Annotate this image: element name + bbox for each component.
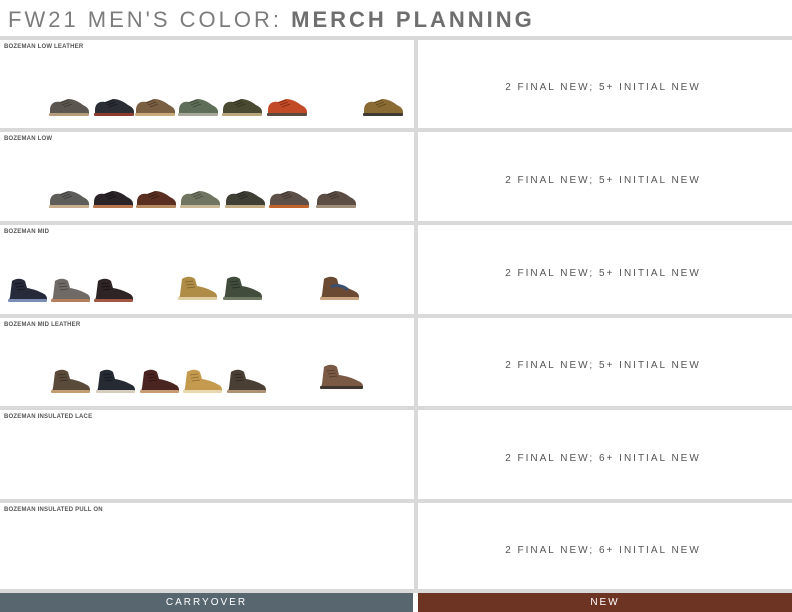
shoe-image bbox=[316, 191, 356, 208]
new-column-label: NEW bbox=[418, 593, 792, 612]
shoe-image bbox=[93, 191, 133, 208]
row-label-bozeman-low: BOZEMAN LOW bbox=[4, 136, 53, 142]
shoe-image bbox=[8, 278, 47, 302]
shoe-image bbox=[96, 369, 135, 393]
shoe-image bbox=[51, 369, 90, 393]
shoe-image bbox=[178, 99, 218, 116]
divider-top bbox=[0, 36, 792, 40]
row-label-bozeman-low-leather: BOZEMAN LOW LEATHER bbox=[4, 44, 84, 50]
page-title: FW21 MEN'S COLOR: MERCH PLANNING bbox=[8, 6, 535, 34]
shoe-image bbox=[227, 369, 266, 393]
row-label-bozeman-mid: BOZEMAN MID bbox=[4, 229, 50, 235]
new-plan-bozeman-mid: 2 FINAL NEW; 5+ INITIAL NEW bbox=[505, 268, 701, 279]
shoe-image bbox=[225, 191, 265, 208]
title-emphasis: MERCH PLANNING bbox=[291, 7, 535, 32]
shoe-image bbox=[223, 276, 262, 300]
new-plan-bozeman-low-leather: 2 FINAL NEW; 5+ INITIAL NEW bbox=[505, 82, 701, 93]
shoe-image bbox=[320, 364, 363, 389]
row-label-bozeman-mid-leather: BOZEMAN MID LEATHER bbox=[4, 322, 81, 328]
new-plan-bozeman-insulated-lace: 2 FINAL NEW; 6+ INITIAL NEW bbox=[505, 453, 701, 464]
shoe-image bbox=[183, 369, 222, 393]
shoe-image bbox=[94, 278, 133, 302]
row-label-bozeman-insulated-pull-on: BOZEMAN INSULATED PULL ON bbox=[4, 507, 103, 513]
divider-row-2 bbox=[0, 221, 792, 225]
shoe-image bbox=[178, 276, 217, 300]
carryover-column-label: CARRYOVER bbox=[0, 593, 413, 612]
new-plan-bozeman-insulated-pull-on: 2 FINAL NEW; 6+ INITIAL NEW bbox=[505, 545, 701, 556]
divider-row-5 bbox=[0, 499, 792, 503]
shoe-image bbox=[363, 99, 403, 116]
shoe-image bbox=[267, 99, 307, 116]
shoe-image bbox=[320, 276, 359, 300]
shoe-image bbox=[51, 278, 90, 302]
row-label-bozeman-insulated-lace: BOZEMAN INSULATED LACE bbox=[4, 414, 93, 420]
shoe-image bbox=[269, 191, 309, 208]
shoe-image bbox=[135, 99, 175, 116]
shoe-image bbox=[222, 99, 262, 116]
new-plan-bozeman-mid-leather: 2 FINAL NEW; 5+ INITIAL NEW bbox=[505, 360, 701, 371]
shoe-image bbox=[94, 99, 134, 116]
new-plan-bozeman-low: 2 FINAL NEW; 5+ INITIAL NEW bbox=[505, 175, 701, 186]
shoe-image bbox=[180, 191, 220, 208]
divider-row-1 bbox=[0, 128, 792, 132]
divider-row-3 bbox=[0, 314, 792, 318]
shoe-image bbox=[49, 99, 89, 116]
divider-row-4 bbox=[0, 406, 792, 410]
title-prefix: FW21 MEN'S COLOR: bbox=[8, 7, 292, 32]
shoe-image bbox=[140, 369, 179, 393]
shoe-image bbox=[49, 191, 89, 208]
column-divider bbox=[414, 36, 418, 592]
shoe-image bbox=[136, 191, 176, 208]
